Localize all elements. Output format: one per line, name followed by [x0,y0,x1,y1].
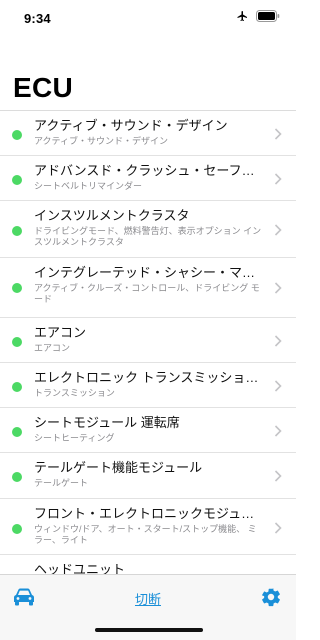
ecu-row-instrument-cluster[interactable]: インスツルメントクラスタ ドライビングモード、燃料警告灯、表示オプション インス… [0,201,296,258]
ecu-row-active-sound-design[interactable]: アクティブ・サウンド・デザイン アクティブ・サウンド・デザイン [0,111,296,156]
status-dot [12,283,22,293]
ecu-row-head-unit[interactable]: ヘッドユニット [0,555,296,574]
status-dot [12,427,22,437]
ecu-subtitle: ドライビングモード、燃料警告灯、表示オプション インスツルメントクラスタ [34,226,262,247]
status-time: 9:34 [24,11,51,26]
ecu-title: エレクトロニック トランスミッション… [34,370,262,385]
ecu-subtitle: エアコン [34,343,71,353]
ecu-row-front-electronic-module[interactable]: フロント・エレクトロニックモジュール ウィンドウ/ドア、オート・スタート/ストッ… [0,499,296,555]
ecu-subtitle: アクティブ・クルーズ・コントロール、ドライビング モード [34,283,260,304]
ecu-row-air-conditioning[interactable]: エアコン エアコン [0,318,296,363]
ecu-title: シートモジュール 運転席 [34,415,180,430]
chevron-right-icon [274,173,282,185]
ecu-title: インスツルメントクラスタ [34,208,190,223]
battery-icon [256,10,280,22]
status-dot [12,472,22,482]
chevron-right-icon [274,224,282,236]
ecu-row-driver-seat-module[interactable]: シートモジュール 運転席 シートヒーティング [0,408,296,453]
disconnect-label: 切断 [134,592,161,607]
status-dot [12,382,22,392]
page-title: ECU [13,72,74,103]
disconnect-button[interactable]: 切断 [0,589,296,608]
status-dot [12,226,22,236]
chevron-right-icon [274,522,282,534]
status-dot [12,524,22,534]
chevron-right-icon [274,425,282,437]
ecu-row-integrated-chassis[interactable]: インテグレーテッド・シャシー・マネ… アクティブ・クルーズ・コントロール、ドライ… [0,258,296,318]
ecu-subtitle: アクティブ・サウンド・デザイン [34,136,169,146]
ecu-title: フロント・エレクトロニックモジュール [34,506,262,521]
status-dot [12,337,22,347]
chevron-right-icon [274,335,282,347]
gear-icon[interactable] [260,586,282,613]
ecu-row-advanced-crash-safety[interactable]: アドバンスド・クラッシュ・セーフテ… シートベルトリマインダー [0,156,296,201]
ecu-row-electronic-transmission[interactable]: エレクトロニック トランスミッション… トランスミッション [0,363,296,408]
ecu-subtitle: テールゲート [34,478,89,488]
ecu-list: アクティブ・サウンド・デザイン アクティブ・サウンド・デザイン アドバンスド・ク… [0,110,296,574]
chevron-right-icon [274,470,282,482]
ecu-title: ヘッドユニット [34,562,126,574]
chevron-right-icon [274,282,282,294]
status-icons [236,10,280,22]
ecu-title: アクティブ・サウンド・デザイン [34,118,228,133]
ecu-subtitle: シートヒーティング [34,433,115,443]
home-indicator [95,628,203,632]
airplane-mode-icon [236,10,249,22]
ecu-subtitle: ウィンドウ/ドア、オート・スタート/ストップ機能、 ミラー、ライト [34,524,257,545]
ecu-title: テールゲート機能モジュール [34,460,203,475]
status-dot [12,175,22,185]
ecu-row-tailgate-module[interactable]: テールゲート機能モジュール テールゲート [0,453,296,499]
ecu-subtitle: シートベルトリマインダー [34,181,143,191]
chevron-right-icon [274,380,282,392]
status-bar: 9:34 [0,0,296,36]
ecu-subtitle: トランスミッション [34,388,115,398]
chevron-right-icon [274,128,282,140]
ecu-title: エアコン [34,325,87,340]
ecu-title: アドバンスド・クラッシュ・セーフテ… [34,163,262,178]
ecu-title: インテグレーテッド・シャシー・マネ… [34,265,262,280]
status-dot [12,130,22,140]
